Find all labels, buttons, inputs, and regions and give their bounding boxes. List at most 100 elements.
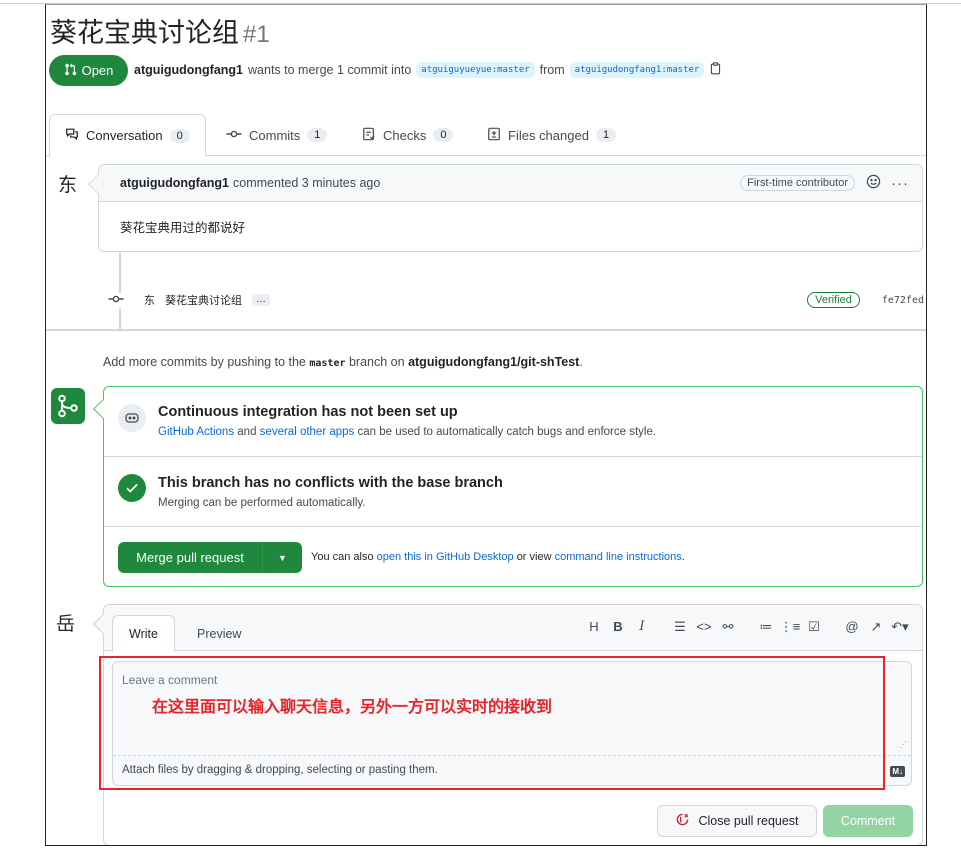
comment-author[interactable]: atguigudongfang1: [120, 176, 229, 190]
head-branch-label[interactable]: atguigudongfang1:master: [569, 62, 705, 78]
pr-author-link[interactable]: atguigudongfang1: [134, 63, 243, 77]
merge-note: You can also open this in GitHub Desktop…: [311, 551, 685, 563]
tab-count: 1: [307, 128, 328, 142]
merge-actions: Merge pull request ▼ You can also open t…: [104, 527, 922, 586]
contributor-badge: First-time contributor: [740, 175, 855, 191]
page-title: 葵花宝典讨论组 #1: [50, 11, 270, 50]
ci-and: and: [237, 426, 257, 438]
heading-icon[interactable]: H: [582, 619, 606, 635]
command-line-link[interactable]: command line instructions: [555, 551, 682, 563]
commit-message[interactable]: 葵花宝典讨论组: [165, 292, 242, 308]
markdown-icon[interactable]: M↓: [890, 766, 905, 777]
conversation-icon: [65, 127, 79, 144]
hint-middle: branch on: [348, 355, 405, 369]
tab-label: Conversation: [86, 128, 163, 143]
add-more-commits-hint: Add more commits by pushing to the maste…: [103, 355, 583, 369]
tab-preview[interactable]: Preview: [197, 615, 241, 652]
commit-avatar[interactable]: 东: [144, 292, 155, 308]
no-conflicts-section: This branch has no conflicts with the ba…: [104, 457, 922, 527]
ordered-list-icon[interactable]: ⋮≡: [778, 619, 802, 635]
emoji-icon[interactable]: [866, 174, 881, 192]
tab-count: 0: [169, 128, 190, 143]
code-icon[interactable]: <>: [692, 619, 716, 635]
reply-icon[interactable]: ↶▾: [888, 619, 912, 635]
screenshot-frame: 葵花宝典讨论组 #1 Open atguigudongfang1 wants to…: [45, 4, 927, 846]
github-actions-link[interactable]: GitHub Actions: [158, 426, 234, 438]
pr-title: 葵花宝典讨论组: [50, 18, 239, 49]
tab-count: 0: [433, 128, 454, 142]
quote-icon[interactable]: ☰: [668, 619, 692, 635]
tab-conversation[interactable]: Conversation 0: [49, 114, 206, 157]
hint-branch: master: [309, 358, 346, 369]
other-apps-link[interactable]: several other apps: [260, 426, 355, 438]
checks-icon: [362, 127, 376, 144]
close-pr-label: Close pull request: [698, 814, 799, 828]
file-diff-icon: [487, 127, 501, 144]
bold-icon[interactable]: B: [606, 619, 630, 635]
copy-icon[interactable]: [709, 62, 722, 78]
tab-commits[interactable]: Commits 1: [226, 114, 328, 156]
tab-files-changed[interactable]: Files changed 1: [487, 114, 617, 156]
commit-ellipsis-button[interactable]: …: [252, 294, 270, 306]
pr-action-text: wants to merge 1 commit into: [248, 63, 412, 77]
chevron-down-icon[interactable]: ▼: [263, 542, 302, 573]
annotation-box: [99, 656, 885, 790]
commit-row: 东 葵花宝典讨论组 … Verified fe72fed: [108, 290, 924, 310]
tab-label: Files changed: [508, 127, 589, 143]
unordered-list-icon[interactable]: ≔: [754, 619, 778, 635]
resize-handle-icon[interactable]: ⋰: [899, 740, 907, 749]
ci-title: Continuous integration has not been set …: [158, 404, 458, 420]
tab-checks[interactable]: Checks 0: [362, 114, 454, 156]
markdown-toolbar: H B I ☰ <> ⚯ ≔ ⋮≡ ☑ @ ↗ ↶▾: [582, 619, 912, 635]
link-icon[interactable]: ⚯: [716, 619, 740, 635]
mention-icon[interactable]: @: [840, 619, 864, 635]
comment-header: atguigudongfang1 commented 3 minutes ago…: [99, 165, 922, 202]
close-pr-icon: [675, 812, 690, 830]
section-divider: [46, 329, 926, 331]
note-prefix: You can also: [311, 551, 374, 563]
base-branch-label[interactable]: atguiguyueyue:master: [416, 62, 535, 78]
commit-sha[interactable]: fe72fed: [882, 295, 924, 306]
italic-icon[interactable]: I: [630, 619, 654, 635]
comment-timestamp: commented 3 minutes ago: [233, 176, 381, 190]
commit-icon: [226, 128, 242, 143]
tab-label: Commits: [249, 127, 301, 143]
verified-badge[interactable]: Verified: [807, 292, 860, 308]
avatar[interactable]: 东: [58, 170, 77, 197]
github-desktop-link[interactable]: open this in GitHub Desktop: [377, 551, 514, 563]
pr-number: #1: [243, 21, 270, 48]
comment-body: 葵花宝典用过的都说好: [120, 220, 246, 235]
hint-prefix: Add more commits by pushing to the: [103, 355, 306, 369]
cross-reference-icon[interactable]: ↗: [864, 619, 888, 635]
merge-box: Continuous integration has not been set …: [93, 386, 923, 587]
hint-suffix: .: [579, 355, 583, 369]
no-conflicts-title: This branch has no conflicts with the ba…: [158, 475, 503, 491]
more-icon[interactable]: ···: [891, 175, 909, 192]
merge-button-label[interactable]: Merge pull request: [118, 542, 263, 573]
comment-box: atguigudongfang1 commented 3 minutes ago…: [88, 164, 923, 252]
avatar[interactable]: 岳: [56, 609, 75, 636]
ci-subtitle: GitHub Actions and several other apps ca…: [158, 426, 656, 438]
tab-label: Checks: [383, 127, 427, 143]
check-circle-icon: [118, 474, 146, 502]
pull-request-icon: [64, 62, 77, 79]
note-suffix: .: [681, 551, 685, 563]
task-list-icon[interactable]: ☑: [802, 619, 826, 635]
editor-header: Write Preview H B I ☰ <> ⚯ ≔ ⋮≡ ☑ @ ↗ ↶▾: [104, 605, 922, 652]
from-text: from: [539, 63, 565, 77]
note-or: or view: [516, 551, 552, 563]
merge-pull-request-button[interactable]: Merge pull request ▼: [118, 542, 302, 573]
pr-meta: atguigudongfang1 wants to merge 1 commit…: [134, 62, 722, 78]
pr-state-label: Open: [81, 63, 114, 78]
close-pull-request-button[interactable]: Close pull request: [657, 805, 817, 837]
comment-button[interactable]: Comment: [823, 805, 913, 837]
annotation-text: 在这里面可以输入聊天信息，另外一方可以实时的接收到: [152, 697, 553, 716]
commit-icon: [108, 292, 124, 308]
tab-write[interactable]: Write: [112, 615, 175, 652]
ci-icon: [118, 404, 146, 432]
hint-repo-link[interactable]: atguigudongfang1/git-shTest: [408, 355, 579, 369]
ci-section: Continuous integration has not been set …: [104, 387, 922, 457]
pr-tabs: Conversation 0 Commits 1 Checks 0 Files …: [46, 108, 926, 157]
git-merge-icon: [51, 388, 85, 424]
pr-state-badge: Open: [49, 55, 128, 86]
